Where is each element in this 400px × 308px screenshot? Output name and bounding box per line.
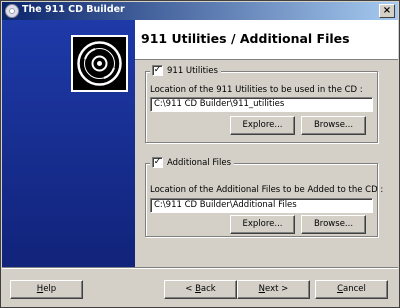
cd-disc-icon (5, 4, 19, 18)
cancel-button[interactable]: Cancel (315, 280, 388, 299)
additional-files-group: ✓ Additional Files Location of the Addit… (145, 157, 383, 237)
additional-files-browse-button[interactable]: Browse... (301, 215, 366, 234)
back-label-pre: < (185, 284, 196, 294)
cd-logo (71, 35, 128, 92)
additional-files-field-label: Location of the Additional Files to be A… (150, 185, 384, 195)
footer-separator (2, 267, 398, 269)
help-label-post: elp (43, 284, 57, 294)
additional-files-checkbox-label[interactable]: Additional Files (167, 158, 231, 168)
utilities-group: ✓ 911 Utilities Location of the 911 Util… (145, 65, 378, 143)
window-title: The 911 CD Builder (22, 4, 125, 15)
close-button[interactable]: × (379, 4, 395, 18)
utilities-field-label: Location of the 911 Utilities to be used… (150, 85, 363, 95)
utilities-legend: ✓ 911 Utilities (150, 65, 221, 76)
sidebar-panel (2, 20, 135, 267)
page-header: 911 Utilities / Additional Files (135, 20, 398, 60)
utilities-checkbox-label[interactable]: 911 Utilities (167, 66, 218, 76)
next-label-post: ext > (265, 284, 289, 294)
additional-files-checkbox[interactable]: ✓ (152, 157, 163, 168)
utilities-path-input[interactable]: C:\911 CD Builder\911_utilities (150, 97, 373, 112)
title-bar[interactable]: The 911 CD Builder × (2, 2, 398, 20)
dialog-window: The 911 CD Builder × 911 Utilities / Add… (0, 0, 400, 308)
additional-files-legend: ✓ Additional Files (150, 157, 235, 168)
utilities-explore-button[interactable]: Explore... (230, 116, 295, 135)
additional-files-explore-button[interactable]: Explore... (230, 215, 295, 234)
utilities-browse-button[interactable]: Browse... (301, 116, 366, 135)
cancel-label-post: ancel (343, 284, 366, 294)
page-title: 911 Utilities / Additional Files (141, 31, 350, 46)
next-button[interactable]: Next > (237, 280, 310, 299)
cd-disc-icon (77, 41, 122, 86)
additional-files-path-input[interactable]: C:\911 CD Builder\Additional Files (150, 198, 373, 213)
back-button[interactable]: < Back (164, 280, 237, 299)
back-label-post: ack (200, 284, 216, 294)
utilities-checkbox[interactable]: ✓ (152, 65, 163, 76)
help-button[interactable]: Help (10, 280, 83, 299)
